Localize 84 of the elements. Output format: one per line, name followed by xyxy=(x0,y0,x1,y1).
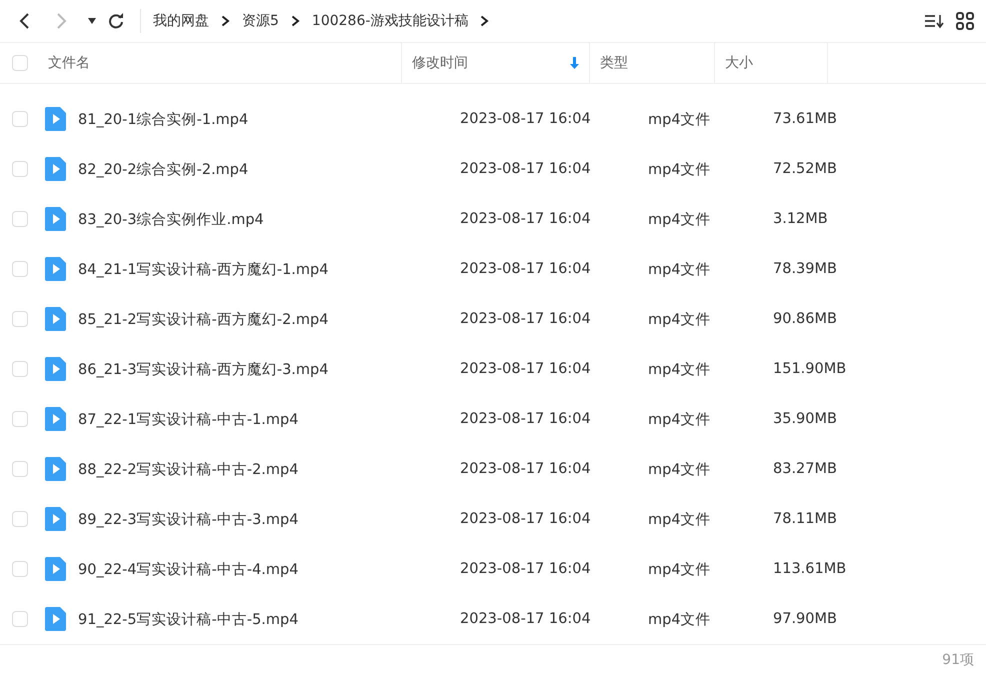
video-file-icon xyxy=(45,607,66,632)
grid-view-icon[interactable] xyxy=(956,12,974,30)
file-size: 73.61MB xyxy=(772,111,838,128)
column-header[interactable]: 大小 xyxy=(715,43,828,84)
file-size: 78.39MB xyxy=(772,261,838,278)
file-name[interactable]: 91_22-5写实设计稿-中古-5.mp4 xyxy=(78,610,436,629)
file-type: mp4文件 xyxy=(647,610,712,629)
modified-time: 2023-08-17 16:04 xyxy=(459,511,592,528)
file-type: mp4文件 xyxy=(647,560,712,579)
modified-time: 2023-08-17 16:04 xyxy=(459,411,592,428)
row-checkbox[interactable] xyxy=(12,361,28,378)
file-type: mp4文件 xyxy=(647,460,712,479)
file-size: 83.27MB xyxy=(772,461,838,478)
row-checkbox[interactable] xyxy=(12,411,28,428)
row-checkbox[interactable] xyxy=(12,611,28,628)
file-name[interactable]: 81_20-1综合实例-1.mp4 xyxy=(78,110,436,129)
file-name[interactable]: 87_22-1写实设计稿-中古-1.mp4 xyxy=(78,410,436,429)
select-all-checkbox[interactable] xyxy=(12,55,28,72)
file-size: 113.61MB xyxy=(772,561,848,578)
dropdown-icon[interactable] xyxy=(88,18,96,24)
video-file-icon xyxy=(45,107,66,132)
modified-time: 2023-08-17 16:04 xyxy=(459,111,592,128)
file-size: 97.90MB xyxy=(772,611,838,628)
chevron-icon xyxy=(290,15,300,28)
file-type: mp4文件 xyxy=(647,260,712,279)
file-name[interactable]: 84_21-1写实设计稿-西方魔幻-1.mp4 xyxy=(78,260,436,279)
file-type: mp4文件 xyxy=(647,410,712,429)
modified-time: 2023-08-17 16:04 xyxy=(459,361,592,378)
video-file-icon xyxy=(45,357,66,382)
video-file-icon xyxy=(45,407,66,432)
chevron-left-icon xyxy=(18,12,30,30)
file-type: mp4文件 xyxy=(647,210,712,229)
sort-icon[interactable] xyxy=(924,13,944,30)
file-name[interactable]: 83_20-3综合实例作业.mp4 xyxy=(78,210,436,229)
file-type: mp4文件 xyxy=(647,310,712,329)
breadcrumb-link[interactable]: 100286-游戏技能设计稿 xyxy=(312,12,468,30)
chevron-icon xyxy=(480,15,490,28)
file-size: 72.52MB xyxy=(772,161,838,178)
column-header[interactable]: 修改时间 xyxy=(402,43,590,84)
file-size: 90.86MB xyxy=(772,311,838,328)
chevron-right-icon xyxy=(56,12,68,30)
video-file-icon xyxy=(45,557,66,582)
file-type: mp4文件 xyxy=(647,360,712,379)
row-checkbox[interactable] xyxy=(12,311,28,328)
video-file-icon xyxy=(45,507,66,532)
row-checkbox[interactable] xyxy=(12,461,28,478)
chevron-icon xyxy=(221,15,230,28)
video-file-icon xyxy=(45,457,66,482)
column-header[interactable]: 类型 xyxy=(590,43,715,84)
video-file-icon xyxy=(45,307,66,332)
row-checkbox[interactable] xyxy=(12,511,28,528)
file-name[interactable]: 82_20-2综合实例-2.mp4 xyxy=(78,160,436,179)
file-type: mp4文件 xyxy=(647,110,712,129)
modified-time: 2023-08-17 16:04 xyxy=(459,561,592,578)
file-type: mp4文件 xyxy=(647,160,712,179)
file-size: 3.12MB xyxy=(772,211,829,228)
row-checkbox[interactable] xyxy=(12,561,28,578)
video-file-icon xyxy=(45,207,66,232)
modified-time: 2023-08-17 16:04 xyxy=(459,261,592,278)
file-size: 151.90MB xyxy=(772,361,848,378)
row-checkbox[interactable] xyxy=(12,161,28,178)
file-name[interactable]: 89_22-3写实设计稿-中古-3.mp4 xyxy=(78,510,436,529)
row-checkbox[interactable] xyxy=(12,261,28,278)
file-name[interactable]: 86_21-3写实设计稿-西方魔幻-3.mp4 xyxy=(78,360,436,379)
video-file-icon xyxy=(45,257,66,282)
video-file-icon xyxy=(45,157,66,182)
file-type: mp4文件 xyxy=(647,510,712,529)
file-name[interactable]: 88_22-2写实设计稿-中古-2.mp4 xyxy=(78,460,436,479)
file-size: 35.90MB xyxy=(772,411,838,428)
modified-time: 2023-08-17 16:04 xyxy=(459,211,592,228)
breadcrumb-link[interactable]: 资源5 xyxy=(242,12,279,30)
row-checkbox[interactable] xyxy=(12,211,28,228)
column-header[interactable]: 文件名 xyxy=(48,43,402,84)
modified-time: 2023-08-17 16:04 xyxy=(459,461,592,478)
file-name[interactable]: 85_21-2写实设计稿-西方魔幻-2.mp4 xyxy=(78,310,436,329)
file-size: 78.11MB xyxy=(772,511,838,528)
modified-time: 2023-08-17 16:04 xyxy=(459,311,592,328)
modified-time: 2023-08-17 16:04 xyxy=(459,611,592,628)
file-name[interactable]: 90_22-4写实设计稿-中古-4.mp4 xyxy=(78,560,436,579)
row-checkbox[interactable] xyxy=(12,111,28,128)
breadcrumb-link[interactable]: 我的网盘 xyxy=(153,12,209,30)
refresh-icon[interactable] xyxy=(108,13,124,30)
item-count: 91项 xyxy=(942,650,974,669)
modified-time: 2023-08-17 16:04 xyxy=(459,161,592,178)
